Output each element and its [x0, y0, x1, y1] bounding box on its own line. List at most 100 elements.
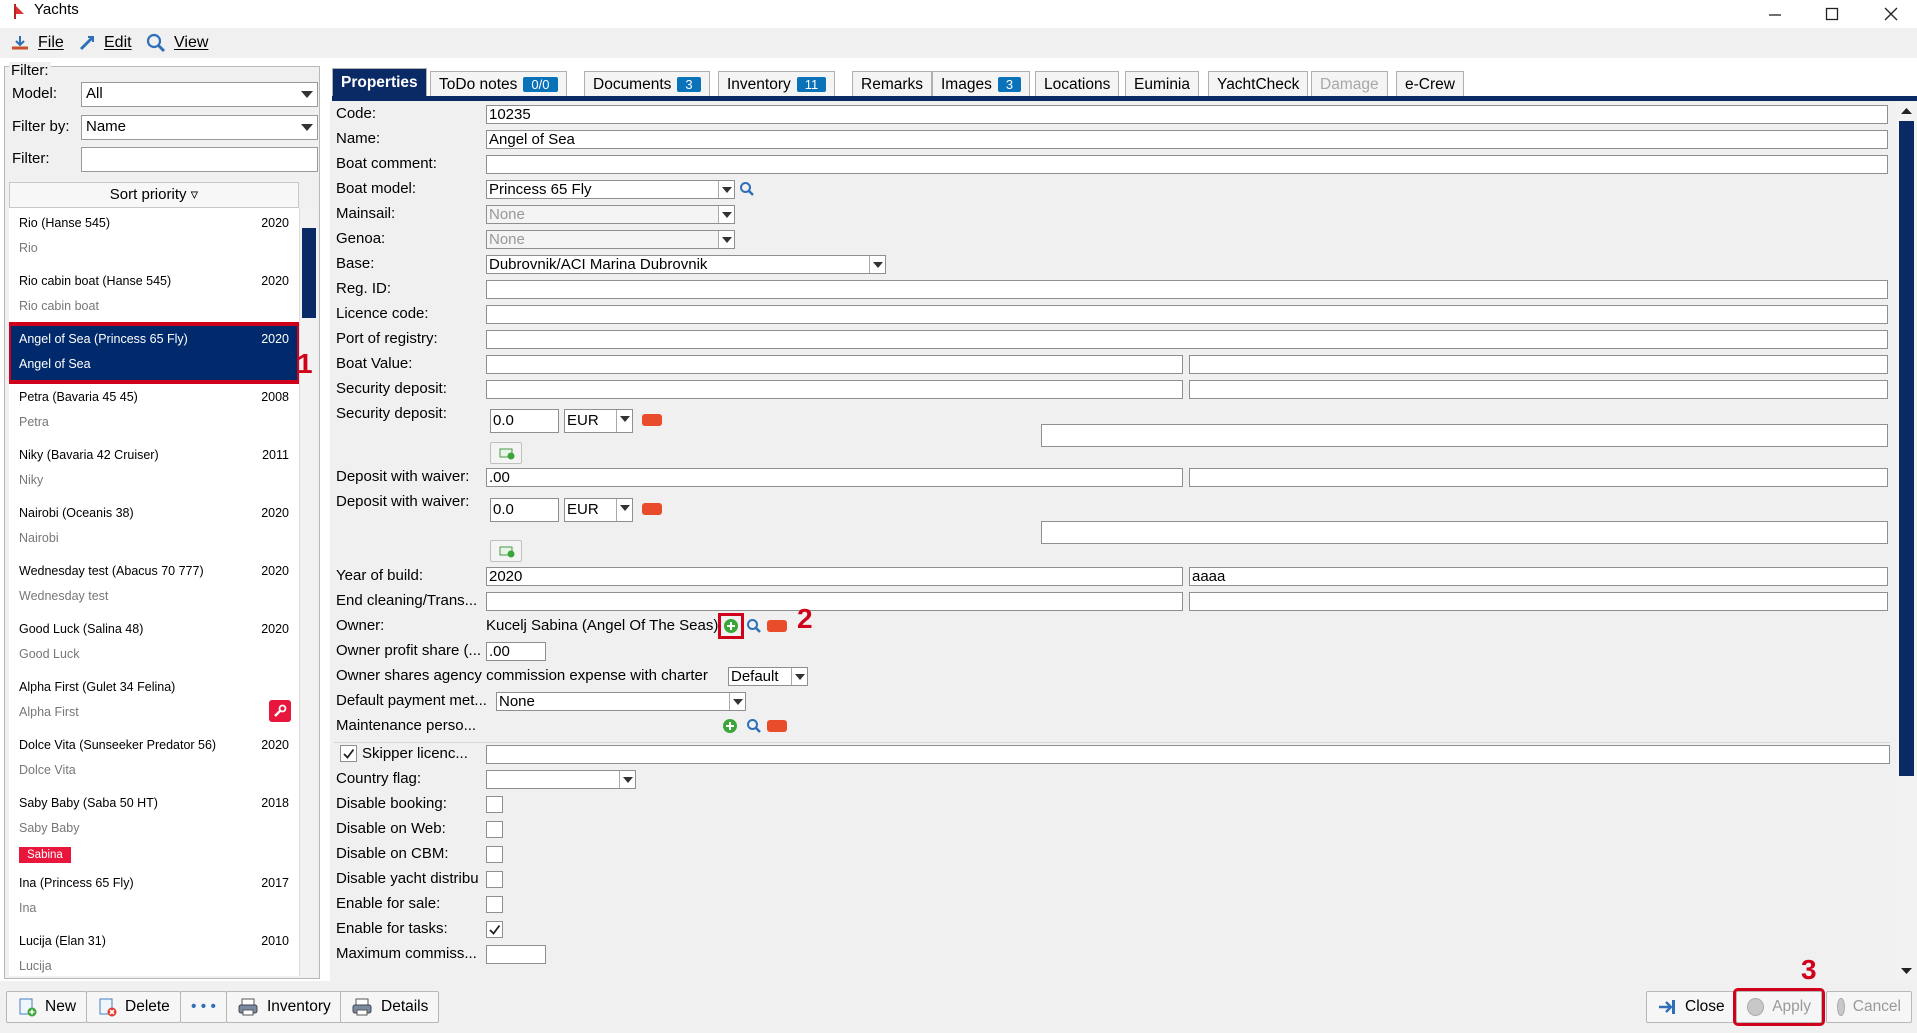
remove-owner-icon[interactable]: [767, 620, 787, 632]
form-scrollbar[interactable]: [1896, 101, 1917, 981]
search-owner-button[interactable]: [745, 617, 763, 635]
list-item[interactable]: Niky (Bavaria 42 Cruiser) 2011 Niky: [9, 440, 299, 498]
list-item[interactable]: Wednesday test (Abacus 70 777) 2020 Wedn…: [9, 556, 299, 614]
remove-icon[interactable]: [642, 414, 662, 426]
cancel-button[interactable]: Cancel: [1826, 991, 1912, 1023]
name-input[interactable]: Angel of Sea: [486, 130, 1888, 149]
add-maintenance-button[interactable]: [721, 717, 739, 735]
inventory-button[interactable]: Inventory: [226, 991, 342, 1023]
disable-distribution-checkbox[interactable]: [486, 871, 503, 888]
boat-value-input[interactable]: [486, 355, 1183, 374]
form-scrollbar-thumb[interactable]: [1899, 121, 1914, 776]
maximize-button[interactable]: [1807, 0, 1857, 28]
tab-todo-notes[interactable]: ToDo notes 0/0: [430, 71, 567, 97]
scroll-down-icon[interactable]: [1896, 963, 1917, 979]
plus-circle-icon: [723, 719, 737, 733]
filter-input[interactable]: [81, 147, 318, 172]
year-of-build-input[interactable]: 2020: [486, 567, 1183, 586]
deposit-waiver-input[interactable]: .00: [486, 468, 1183, 487]
list-item[interactable]: Dolce Vita (Sunseeker Predator 56) 2020 …: [9, 730, 299, 788]
list-item[interactable]: Rio cabin boat (Hanse 545) 2020 Rio cabi…: [9, 266, 299, 324]
tab-yachtcheck[interactable]: YachtCheck: [1208, 71, 1309, 97]
menu-edit[interactable]: Edit: [78, 32, 132, 54]
tab-properties[interactable]: Properties: [332, 68, 427, 97]
list-scrollbar[interactable]: [299, 208, 317, 976]
sort-priority-header[interactable]: Sort priority ▿: [9, 182, 299, 208]
base-select[interactable]: Dubrovnik/ACI Marina Dubrovnik: [486, 255, 886, 274]
deposit-waiver-note[interactable]: [1041, 521, 1888, 544]
menu-view[interactable]: View: [146, 32, 208, 54]
add-row-button[interactable]: [490, 540, 522, 562]
enable-sale-checkbox[interactable]: [486, 896, 503, 913]
port-input[interactable]: [486, 330, 1888, 349]
more-options-button[interactable]: • • •: [180, 991, 227, 1023]
remove-icon[interactable]: [642, 503, 662, 515]
genoa-select[interactable]: None: [486, 230, 735, 249]
minimize-button[interactable]: [1750, 0, 1800, 28]
close-window-button[interactable]: [1866, 0, 1916, 28]
close-button[interactable]: Close: [1646, 991, 1736, 1023]
enable-tasks-checkbox[interactable]: [486, 921, 503, 938]
delete-button[interactable]: Delete: [86, 991, 181, 1023]
deposit-waiver-currency[interactable]: EUR: [564, 498, 633, 522]
filter-by-select[interactable]: Name: [81, 115, 318, 140]
list-item[interactable]: Petra (Bavaria 45 45) 2008 Petra: [9, 382, 299, 440]
boat-model-select[interactable]: Princess 65 Fly: [486, 180, 735, 199]
security-deposit-currency[interactable]: EUR: [564, 409, 633, 433]
reg-id-input[interactable]: [486, 280, 1888, 299]
disable-web-checkbox[interactable]: [486, 821, 503, 838]
add-owner-button[interactable]: [718, 613, 744, 639]
new-button[interactable]: New: [6, 991, 88, 1023]
year-of-build-input-2[interactable]: aaaa: [1189, 567, 1888, 586]
skipper-licence-input[interactable]: [486, 745, 1890, 764]
owner-profit-input[interactable]: .00: [486, 642, 546, 661]
tab-e-crew[interactable]: e-Crew: [1396, 71, 1464, 97]
licence-input[interactable]: [486, 305, 1888, 324]
disable-cbm-checkbox[interactable]: [486, 846, 503, 863]
list-item[interactable]: Good Luck (Salina 48) 2020 Good Luck: [9, 614, 299, 672]
add-row-button[interactable]: [490, 442, 522, 464]
comment-input[interactable]: [486, 155, 1888, 174]
scroll-up-icon[interactable]: [1896, 103, 1917, 119]
search-icon: [747, 719, 761, 733]
country-flag-select[interactable]: [486, 770, 636, 789]
list-item[interactable]: Alpha First (Gulet 34 Felina) Alpha Firs…: [9, 672, 299, 730]
search-maintenance-button[interactable]: [745, 717, 763, 735]
security-deposit-input[interactable]: [486, 380, 1183, 399]
end-cleaning-input-2[interactable]: [1189, 592, 1888, 611]
commission-select[interactable]: Default: [728, 667, 808, 686]
tab-locations[interactable]: Locations: [1035, 71, 1120, 97]
mainsail-select[interactable]: None: [486, 205, 735, 224]
tab-remarks[interactable]: Remarks: [852, 71, 933, 97]
menu-file[interactable]: File: [10, 32, 64, 54]
list-item[interactable]: Ina (Princess 65 Fly) 2017 Ina: [9, 868, 299, 926]
apply-button[interactable]: Apply: [1733, 988, 1825, 1026]
tab-images[interactable]: Images 3: [932, 71, 1031, 97]
security-deposit-input-2[interactable]: [1189, 380, 1888, 399]
list-item[interactable]: Lucija (Elan 31) 2010 Lucija: [9, 926, 299, 976]
deposit-waiver-amount[interactable]: 0.0: [490, 498, 559, 522]
list-item[interactable]: Rio (Hanse 545) 2020 Rio: [9, 208, 299, 266]
list-scrollbar-thumb[interactable]: [302, 228, 316, 318]
list-item[interactable]: Nairobi (Oceanis 38) 2020 Nairobi: [9, 498, 299, 556]
end-cleaning-input[interactable]: [486, 592, 1183, 611]
tab-euminia[interactable]: Euminia: [1125, 71, 1199, 97]
security-deposit-note[interactable]: [1041, 424, 1888, 447]
security-deposit-amount[interactable]: 0.0: [490, 409, 559, 433]
tab-documents[interactable]: Documents 3: [584, 71, 710, 97]
list-item-selected[interactable]: Angel of Sea (Princess 65 Fly) 2020 Ange…: [9, 322, 299, 384]
max-commission-input[interactable]: [486, 945, 546, 964]
search-icon[interactable]: [738, 180, 756, 198]
skipper-licence-checkbox[interactable]: [340, 745, 357, 762]
code-input[interactable]: 10235: [486, 105, 1888, 124]
model-select[interactable]: All: [81, 82, 318, 107]
deposit-waiver-input-2[interactable]: [1189, 468, 1888, 487]
remove-maintenance-icon[interactable]: [767, 720, 787, 732]
details-button[interactable]: Details: [340, 991, 440, 1023]
boat-value-input-2[interactable]: [1189, 355, 1888, 374]
list-item[interactable]: Saby Baby (Saba 50 HT) 2018 Saby Baby Sa…: [9, 788, 299, 868]
disable-booking-checkbox[interactable]: [486, 796, 503, 813]
tab-inventory[interactable]: Inventory 11: [718, 71, 836, 97]
payment-method-select[interactable]: None: [496, 692, 746, 711]
annotation-3: 3: [1801, 954, 1817, 985]
